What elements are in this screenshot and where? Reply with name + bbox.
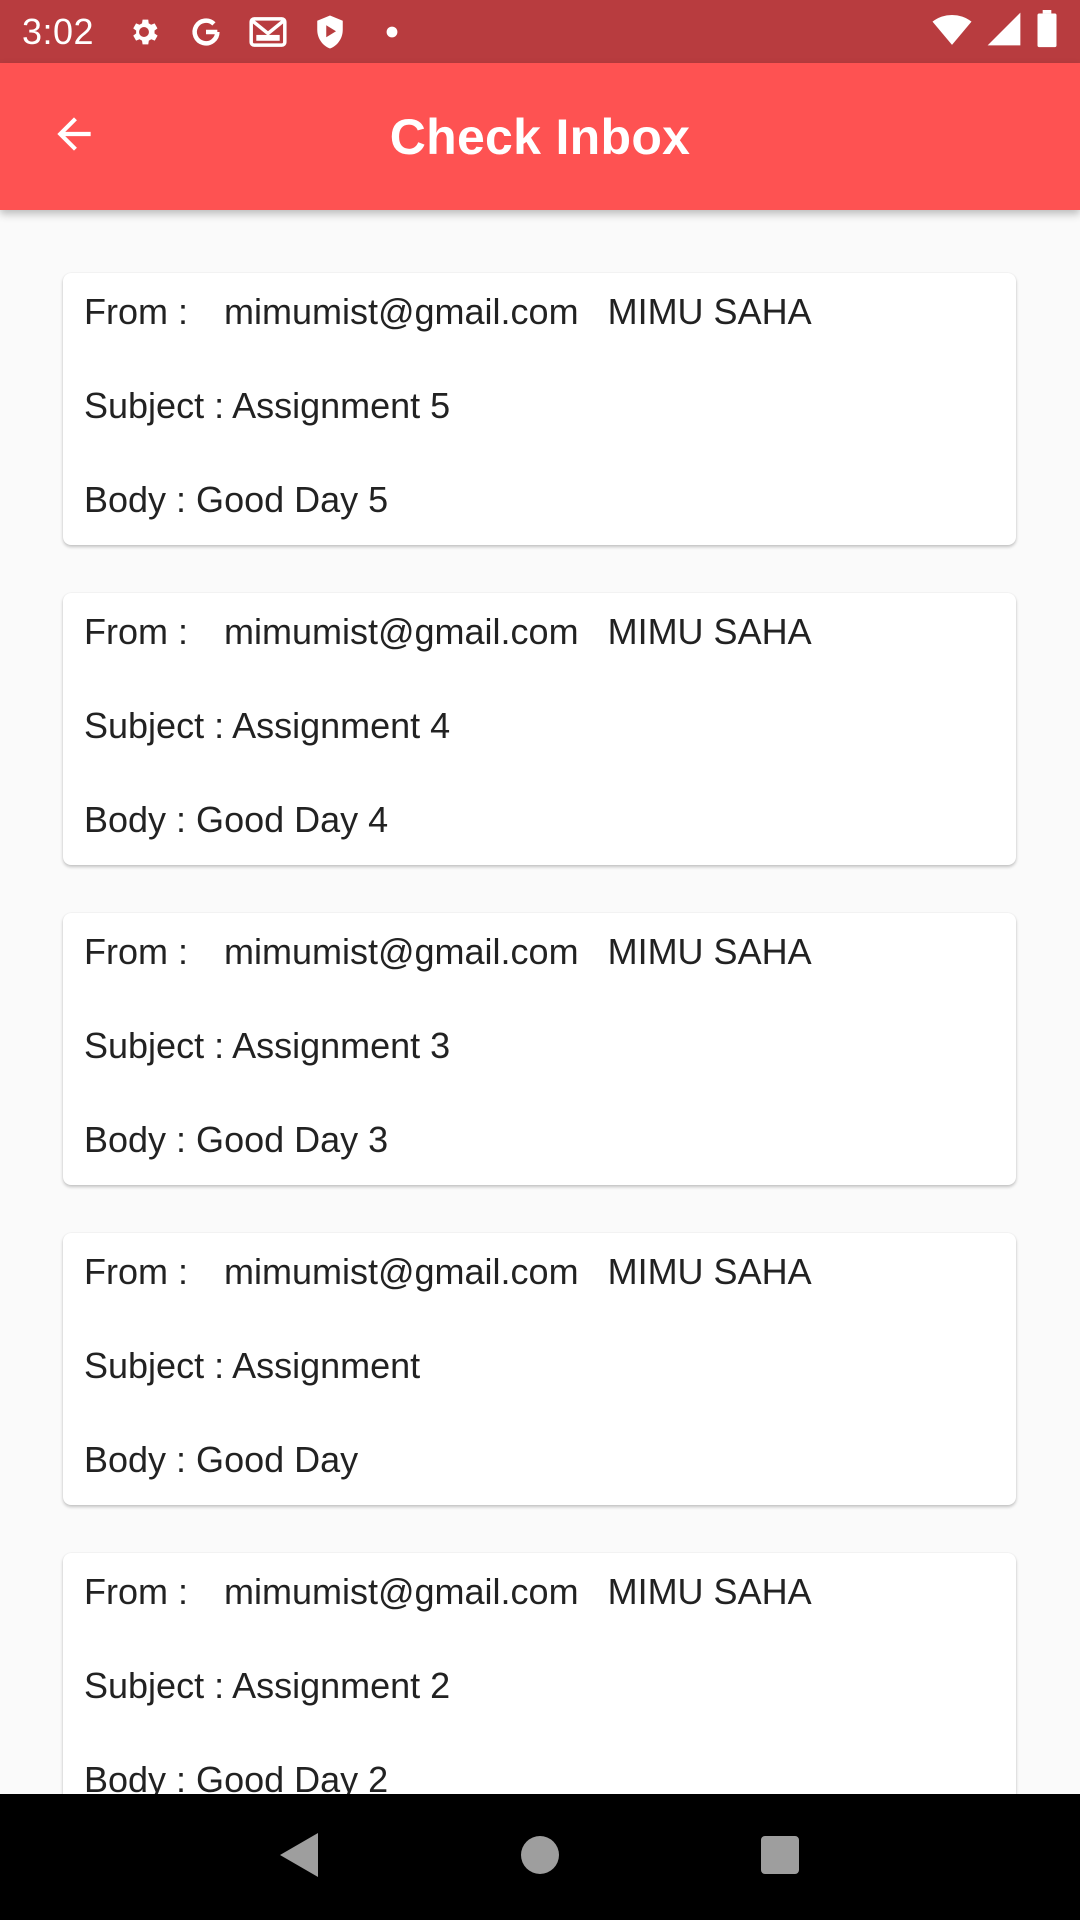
from-email: mimumist@gmail.com xyxy=(224,1251,579,1292)
system-icons xyxy=(932,10,1058,53)
body-row: Body : Good Day xyxy=(84,1439,359,1480)
email-card[interactable]: From : mimumist@gmail.com MIMU SAHA Subj… xyxy=(63,1553,1016,1794)
from-label: From : xyxy=(84,931,188,972)
battery-icon xyxy=(1036,10,1058,53)
from-label: From : xyxy=(84,291,188,332)
email-card[interactable]: From : mimumist@gmail.com MIMU SAHA Subj… xyxy=(63,1233,1016,1505)
back-triangle-icon xyxy=(278,1831,322,1884)
from-name: MIMU SAHA xyxy=(607,291,812,332)
shield-play-icon xyxy=(310,12,350,52)
from-name: MIMU SAHA xyxy=(607,1251,812,1292)
from-row: From : mimumist@gmail.com MIMU SAHA xyxy=(84,1251,995,1345)
dot-icon xyxy=(372,12,412,52)
status-bar: 3:02 xyxy=(0,0,1080,63)
subject-row: Subject : Assignment 3 xyxy=(84,1025,451,1066)
from-row: From : mimumist@gmail.com MIMU SAHA xyxy=(84,611,995,705)
navigation-bar xyxy=(0,1794,1080,1920)
app-bar: Check Inbox xyxy=(0,63,1080,210)
google-icon xyxy=(186,12,226,52)
body-row: Body : Good Day 4 xyxy=(84,799,389,840)
from-label: From : xyxy=(84,1251,188,1292)
nav-back-button[interactable] xyxy=(255,1812,345,1902)
signal-icon xyxy=(986,11,1022,52)
inbox-list[interactable]: From : mimumist@gmail.com MIMU SAHA Subj… xyxy=(0,210,1080,1794)
from-row: From : mimumist@gmail.com MIMU SAHA xyxy=(84,291,995,385)
subject-row: Subject : Assignment 5 xyxy=(84,385,451,426)
page-title: Check Inbox xyxy=(389,108,691,165)
status-time: 3:02 xyxy=(22,10,95,52)
subject-row: Subject : Assignment 4 xyxy=(84,705,451,746)
email-card[interactable]: From : mimumist@gmail.com MIMU SAHA Subj… xyxy=(63,913,1016,1185)
from-name: MIMU SAHA xyxy=(607,931,812,972)
from-label: From : xyxy=(84,1571,188,1612)
subject-row: Subject : Assignment xyxy=(84,1345,421,1386)
email-card[interactable]: From : mimumist@gmail.com MIMU SAHA Subj… xyxy=(63,273,1016,545)
screen: 3:02 Check Inbox From: mimumist@gmail.c… xyxy=(0,0,1080,1920)
from-email: mimumist@gmail.com xyxy=(224,611,579,652)
notification-icons xyxy=(124,12,412,52)
body-row: Body : Good Day 2 xyxy=(84,1759,389,1794)
from-name: MIMU SAHA xyxy=(607,1571,812,1612)
from-email: mimumist@gmail.com xyxy=(224,931,579,972)
from-email: mimumist@gmail.com xyxy=(224,291,579,332)
from-name: MIMU SAHA xyxy=(607,611,812,652)
email-card[interactable]: From : mimumist@gmail.com MIMU SAHA Subj… xyxy=(63,593,1016,865)
back-button[interactable] xyxy=(30,93,118,181)
nav-recents-button[interactable] xyxy=(735,1812,825,1902)
body-row: Body : Good Day 3 xyxy=(84,1119,389,1160)
subject-row: Subject : Assignment 2 xyxy=(84,1665,451,1706)
from-label: From : xyxy=(84,611,188,652)
from-row: From : mimumist@gmail.com MIMU SAHA xyxy=(84,931,995,1025)
nav-home-button[interactable] xyxy=(495,1812,585,1902)
body-row: Body : Good Day 5 xyxy=(84,479,389,520)
from-row: From : mimumist@gmail.com MIMU SAHA xyxy=(84,1571,995,1665)
home-circle-icon xyxy=(520,1835,560,1880)
gear-icon xyxy=(124,12,164,52)
wifi-icon xyxy=(932,12,972,51)
from-email: mimumist@gmail.com xyxy=(224,1571,579,1612)
gmail-icon xyxy=(248,12,288,52)
recents-square-icon xyxy=(760,1835,800,1880)
arrow-back-icon xyxy=(49,109,99,164)
